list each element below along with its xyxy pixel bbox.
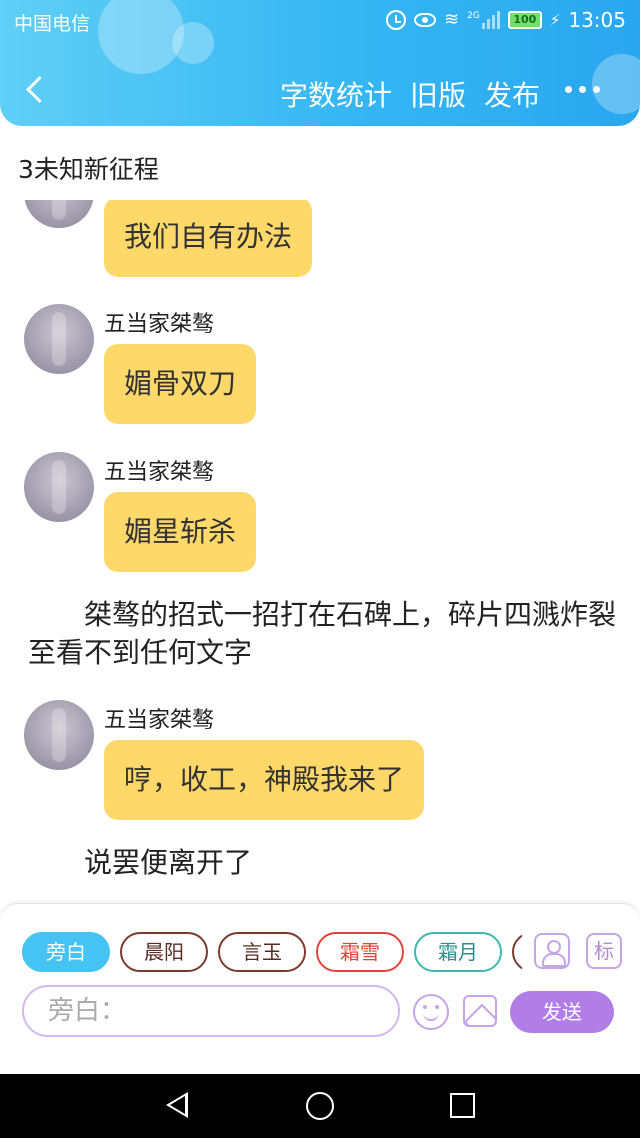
speaker-name: 五当家桀骜 xyxy=(104,708,215,733)
nav-actions: 字数统计 旧版 发布 xyxy=(280,74,540,114)
speaker-name: 五当家桀骜 xyxy=(104,460,215,485)
status-bar: 中国电信 ≋ 2G 100 ⚡ 13:05 xyxy=(0,0,640,44)
avatar[interactable] xyxy=(24,304,94,374)
system-nav-bar xyxy=(0,1074,640,1138)
narration-text[interactable]: 说罢便离开了 xyxy=(28,844,618,882)
publish-button[interactable]: 发布 xyxy=(484,74,540,114)
message-input[interactable]: 旁白： xyxy=(22,985,400,1037)
image-icon[interactable] xyxy=(463,995,497,1027)
app-header: 中国电信 ≋ 2G 100 ⚡ 13:05 字数统计 旧版 发布 xyxy=(0,0,640,126)
clock: 13:05 xyxy=(568,8,626,32)
dialogue-bubble[interactable]: 媚星斩杀 xyxy=(104,492,257,572)
avatar[interactable] xyxy=(24,200,94,228)
system-back-icon[interactable] xyxy=(166,1092,188,1118)
wifi-icon: ≋ xyxy=(444,9,460,30)
dialogue-bubble[interactable]: 哼，收工，神殿我来了 xyxy=(104,740,425,820)
role-chip[interactable]: 言玉 xyxy=(218,932,306,972)
send-button[interactable]: 发送 xyxy=(510,991,614,1033)
tag-button[interactable]: 标 xyxy=(586,933,622,969)
dialogue-bubble[interactable]: 我们自有办法 xyxy=(104,200,313,277)
nav-bar: 字数统计 旧版 发布 xyxy=(0,58,640,124)
role-manage-icon[interactable] xyxy=(534,933,570,969)
old-version-button[interactable]: 旧版 xyxy=(410,74,466,114)
status-icons: ≋ 2G 100 ⚡ 13:05 xyxy=(386,8,626,32)
emoji-icon[interactable] xyxy=(413,994,449,1030)
charging-icon: ⚡ xyxy=(549,11,561,29)
role-chip[interactable]: 霜雪 xyxy=(316,932,404,972)
speaker-name: 五当家桀骜 xyxy=(104,312,215,337)
narration-text[interactable]: 桀骜的招式一招打在石碑上，碎片四溅炸裂至看不到任何文字 xyxy=(28,596,618,672)
eye-comfort-icon xyxy=(414,13,437,27)
system-home-icon[interactable] xyxy=(306,1092,334,1120)
back-icon[interactable] xyxy=(22,76,48,102)
word-count-button[interactable]: 字数统计 xyxy=(280,74,392,114)
role-chip[interactable]: 晨阳 xyxy=(120,932,208,972)
role-chip-narrator[interactable]: 旁白 xyxy=(22,932,110,972)
document-title[interactable]: 3未知新征程 xyxy=(18,150,159,186)
role-chip[interactable]: 霜月 xyxy=(414,932,502,972)
battery-icon: 100 xyxy=(507,11,542,29)
avatar[interactable] xyxy=(24,700,94,770)
role-chip[interactable]: 霜 xyxy=(512,932,522,972)
signal-icon: 2G xyxy=(467,11,500,29)
more-icon[interactable] xyxy=(565,86,600,93)
network-type: 2G xyxy=(467,11,480,21)
dialogue-bubble[interactable]: 媚骨双刀 xyxy=(104,344,257,424)
system-recents-icon[interactable] xyxy=(450,1093,475,1118)
alarm-icon xyxy=(386,10,407,30)
story-content[interactable]: 我们自有办法 五当家桀骜 媚骨双刀 五当家桀骜 媚星斩杀 桀骜的招式一招打在石碑… xyxy=(0,200,640,900)
role-chip-list[interactable]: 旁白晨阳言玉霜雪霜月霜 xyxy=(22,932,522,974)
avatar[interactable] xyxy=(24,452,94,522)
carrier-name: 中国电信 xyxy=(14,13,91,35)
